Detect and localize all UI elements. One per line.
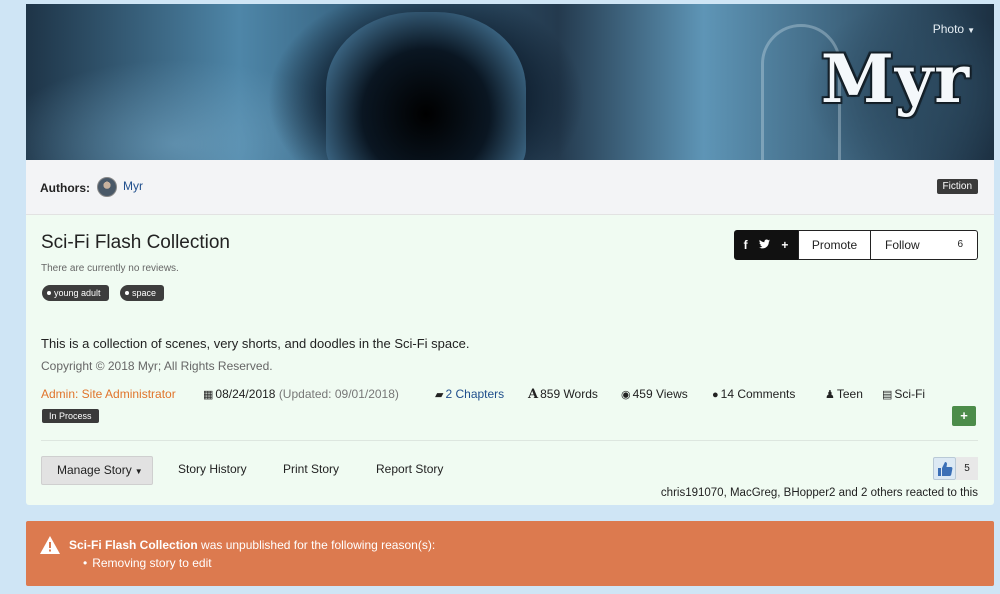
tag-young-adult[interactable]: young adult <box>42 285 109 301</box>
photo-menu-label: Photo <box>932 22 965 36</box>
alert-message: Sci-Fi Flash Collection was unpublished … <box>69 538 435 552</box>
author-avatar[interactable] <box>97 177 117 197</box>
warning-icon <box>40 536 60 554</box>
print-story-link[interactable]: Print Story <box>283 462 339 476</box>
eye-icon: ◉ <box>621 389 631 401</box>
caret-down-icon: ▼ <box>967 26 975 35</box>
unpublished-alert: Sci-Fi Flash Collection was unpublished … <box>26 521 994 586</box>
authors-label: Authors: <box>40 181 90 195</box>
updated-date: (Updated: 09/01/2018) <box>278 387 399 401</box>
comments-value: 14 Comments <box>720 387 796 401</box>
story-panel: Sci-Fi Flash Collection There are curren… <box>26 215 994 505</box>
facebook-icon[interactable]: f <box>744 238 748 252</box>
view-count: ◉ 459 Views <box>621 387 688 401</box>
story-description: This is a collection of scenes, very sho… <box>41 336 470 351</box>
words-value: 859 Words <box>540 387 598 401</box>
report-story-link[interactable]: Report Story <box>376 462 443 476</box>
promote-button[interactable]: Promote <box>798 230 871 260</box>
thumbs-up-icon <box>937 461 952 476</box>
genre-value: Sci-Fi <box>894 387 926 401</box>
reactors-text: chris191070, MacGreg, BHopper2 and 2 oth… <box>660 487 978 499</box>
genre[interactable]: ▤ Sci-Fi <box>882 387 925 401</box>
date-value: 08/24/2018 <box>215 387 276 401</box>
author-link[interactable]: Myr <box>123 179 143 193</box>
story-title: Sci-Fi Flash Collection <box>41 232 230 253</box>
chapters-value: 2 Chapters <box>445 387 505 401</box>
comment-icon: ● <box>712 389 719 401</box>
admin-label[interactable]: Admin: Site Administrator <box>41 387 176 401</box>
twitter-icon[interactable] <box>758 238 770 252</box>
manage-story-button[interactable]: Manage Story ▼ <box>41 456 153 485</box>
caret-down-icon: ▼ <box>134 467 143 476</box>
share-group: f + <box>734 230 798 260</box>
plus-icon[interactable]: + <box>781 238 788 252</box>
calendar-icon: ▦ <box>203 389 214 401</box>
content-rating: ♟ Teen <box>825 387 863 401</box>
follow-label: Follow <box>885 238 920 252</box>
like-count: 5 <box>956 457 978 480</box>
tag-space[interactable]: space <box>120 285 165 301</box>
views-value: 459 Views <box>632 387 688 401</box>
reviews-note: There are currently no reviews. <box>41 263 179 274</box>
file-text-icon: ▤ <box>882 389 893 401</box>
book-icon: ▰ <box>435 389 444 401</box>
add-button[interactable]: + <box>952 406 976 426</box>
font-icon: A <box>528 387 539 402</box>
chapters-link[interactable]: ▰ 2 Chapters <box>435 387 504 401</box>
alert-story-name: Sci-Fi Flash Collection <box>69 538 198 552</box>
follow-count: 6 <box>957 239 963 250</box>
header-banner: Photo ▼ Myr <box>26 4 994 160</box>
like-button[interactable] <box>933 457 956 480</box>
user-icon: ♟ <box>825 389 835 401</box>
divider <box>41 440 978 441</box>
status-badge: In Process <box>42 409 99 423</box>
alert-message-text: was unpublished for the following reason… <box>197 538 436 552</box>
rating-value: Teen <box>836 387 863 401</box>
authors-bar: Authors: Myr Fiction <box>26 160 994 215</box>
alert-reason: Removing story to edit <box>83 556 211 570</box>
photo-menu-dropdown[interactable]: Photo ▼ <box>933 22 975 36</box>
hooded-figure-image <box>326 12 526 160</box>
category-badge[interactable]: Fiction <box>936 179 978 194</box>
story-history-link[interactable]: Story History <box>178 462 247 476</box>
comment-count[interactable]: ● 14 Comments <box>712 387 795 401</box>
banner-logo: Myr <box>820 40 970 118</box>
manage-story-label: Manage Story <box>57 463 132 477</box>
follow-button[interactable]: Follow 6 <box>871 230 978 260</box>
copyright-text: Copyright © 2018 Myr; All Rights Reserve… <box>41 359 273 373</box>
publish-date: ▦ 08/24/2018 (Updated: 09/01/2018) <box>203 387 399 401</box>
word-count: A 859 Words <box>528 387 598 402</box>
